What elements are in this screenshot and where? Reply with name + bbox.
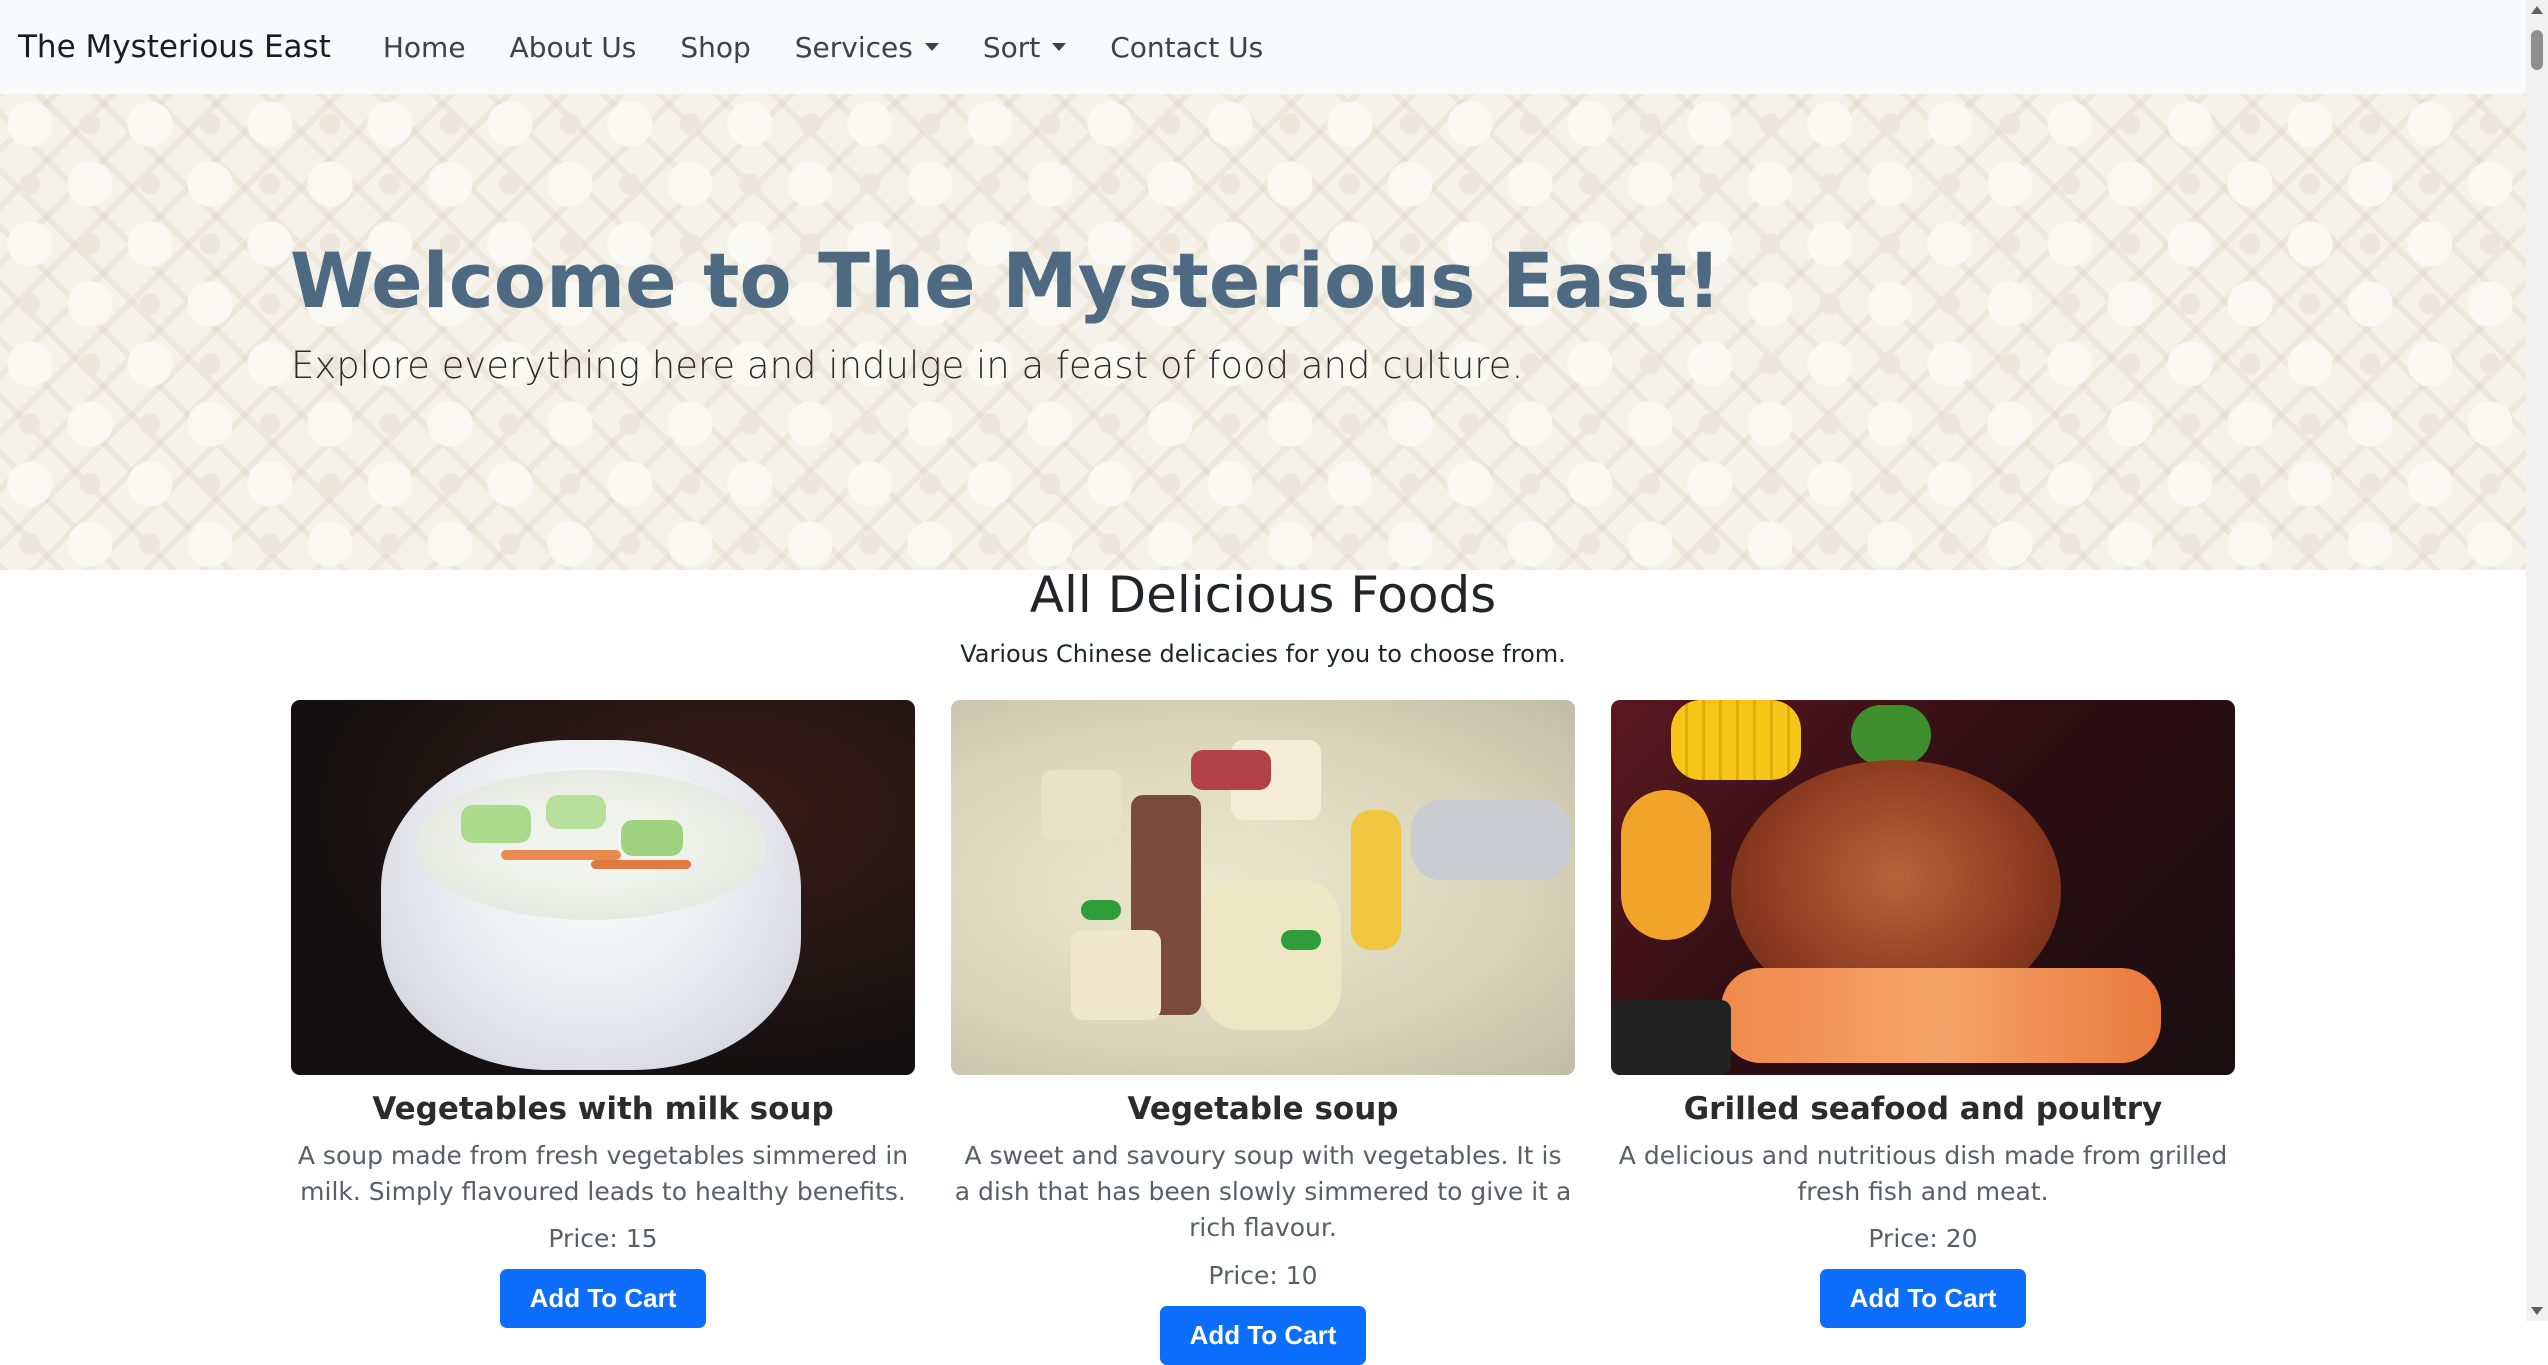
add-to-cart-button[interactable]: Add To Cart xyxy=(1819,1269,2027,1329)
nav-services-label: Services xyxy=(794,30,913,64)
nav-contact-us[interactable]: Contact Us xyxy=(1110,31,1263,64)
nav-home[interactable]: Home xyxy=(383,31,466,64)
product-title: Grilled seafood and poultry xyxy=(1683,1091,2163,1127)
section-subtitle: Various Chinese delicacies for you to ch… xyxy=(960,640,1566,668)
product-description: A soup made from fresh vegetables simmer… xyxy=(297,1140,909,1207)
hero-subtitle: Explore everything here and indulge in a… xyxy=(291,344,1524,387)
page-scrollbar[interactable] xyxy=(2526,0,2548,1321)
product-price: Price: 10 xyxy=(1208,1260,1318,1290)
product-description: A delicious and nutritious dish made fro… xyxy=(1618,1140,2228,1207)
nav-sort-dropdown[interactable]: Sort xyxy=(982,30,1067,64)
product-card: Vegetable soup A sweet and savoury soup … xyxy=(951,700,1575,1365)
nav-shop[interactable]: Shop xyxy=(680,31,750,64)
nav-services-dropdown[interactable]: Services xyxy=(795,31,939,64)
product-image xyxy=(1611,700,2235,1075)
product-image xyxy=(291,700,915,1075)
product-price: Price: 15 xyxy=(548,1224,658,1254)
add-to-cart-button[interactable]: Add To Cart xyxy=(499,1269,707,1329)
chevron-down-icon xyxy=(1052,43,1067,51)
product-title: Vegetables with milk soup xyxy=(372,1091,834,1127)
product-card: Grilled seafood and poultry A delicious … xyxy=(1611,700,2235,1329)
scroll-down-arrow-icon[interactable] xyxy=(2531,1307,2543,1315)
scrollbar-thumb[interactable] xyxy=(2531,30,2543,70)
section-title: All Delicious Foods xyxy=(1029,566,1497,624)
nav-about-us[interactable]: About Us xyxy=(510,31,637,64)
add-to-cart-button[interactable]: Add To Cart xyxy=(1159,1305,1367,1365)
nav-sort-label: Sort xyxy=(982,30,1041,64)
hero-banner: Welcome to The Mysterious East! Explore … xyxy=(0,94,2526,570)
product-card: Vegetables with milk soup A soup made fr… xyxy=(291,700,915,1329)
product-price: Price: 20 xyxy=(1868,1224,1978,1254)
brand-link[interactable]: The Mysterious East xyxy=(18,29,331,65)
product-image xyxy=(951,700,1575,1075)
product-description: A sweet and savoury soup with vegetables… xyxy=(954,1140,1572,1243)
chevron-down-icon xyxy=(924,43,939,51)
navbar: The Mysterious East Home About Us Shop S… xyxy=(0,0,2526,94)
scroll-up-arrow-icon[interactable] xyxy=(2531,6,2543,14)
hero-title: Welcome to The Mysterious East! xyxy=(290,236,1722,325)
product-title: Vegetable soup xyxy=(1127,1091,1399,1127)
